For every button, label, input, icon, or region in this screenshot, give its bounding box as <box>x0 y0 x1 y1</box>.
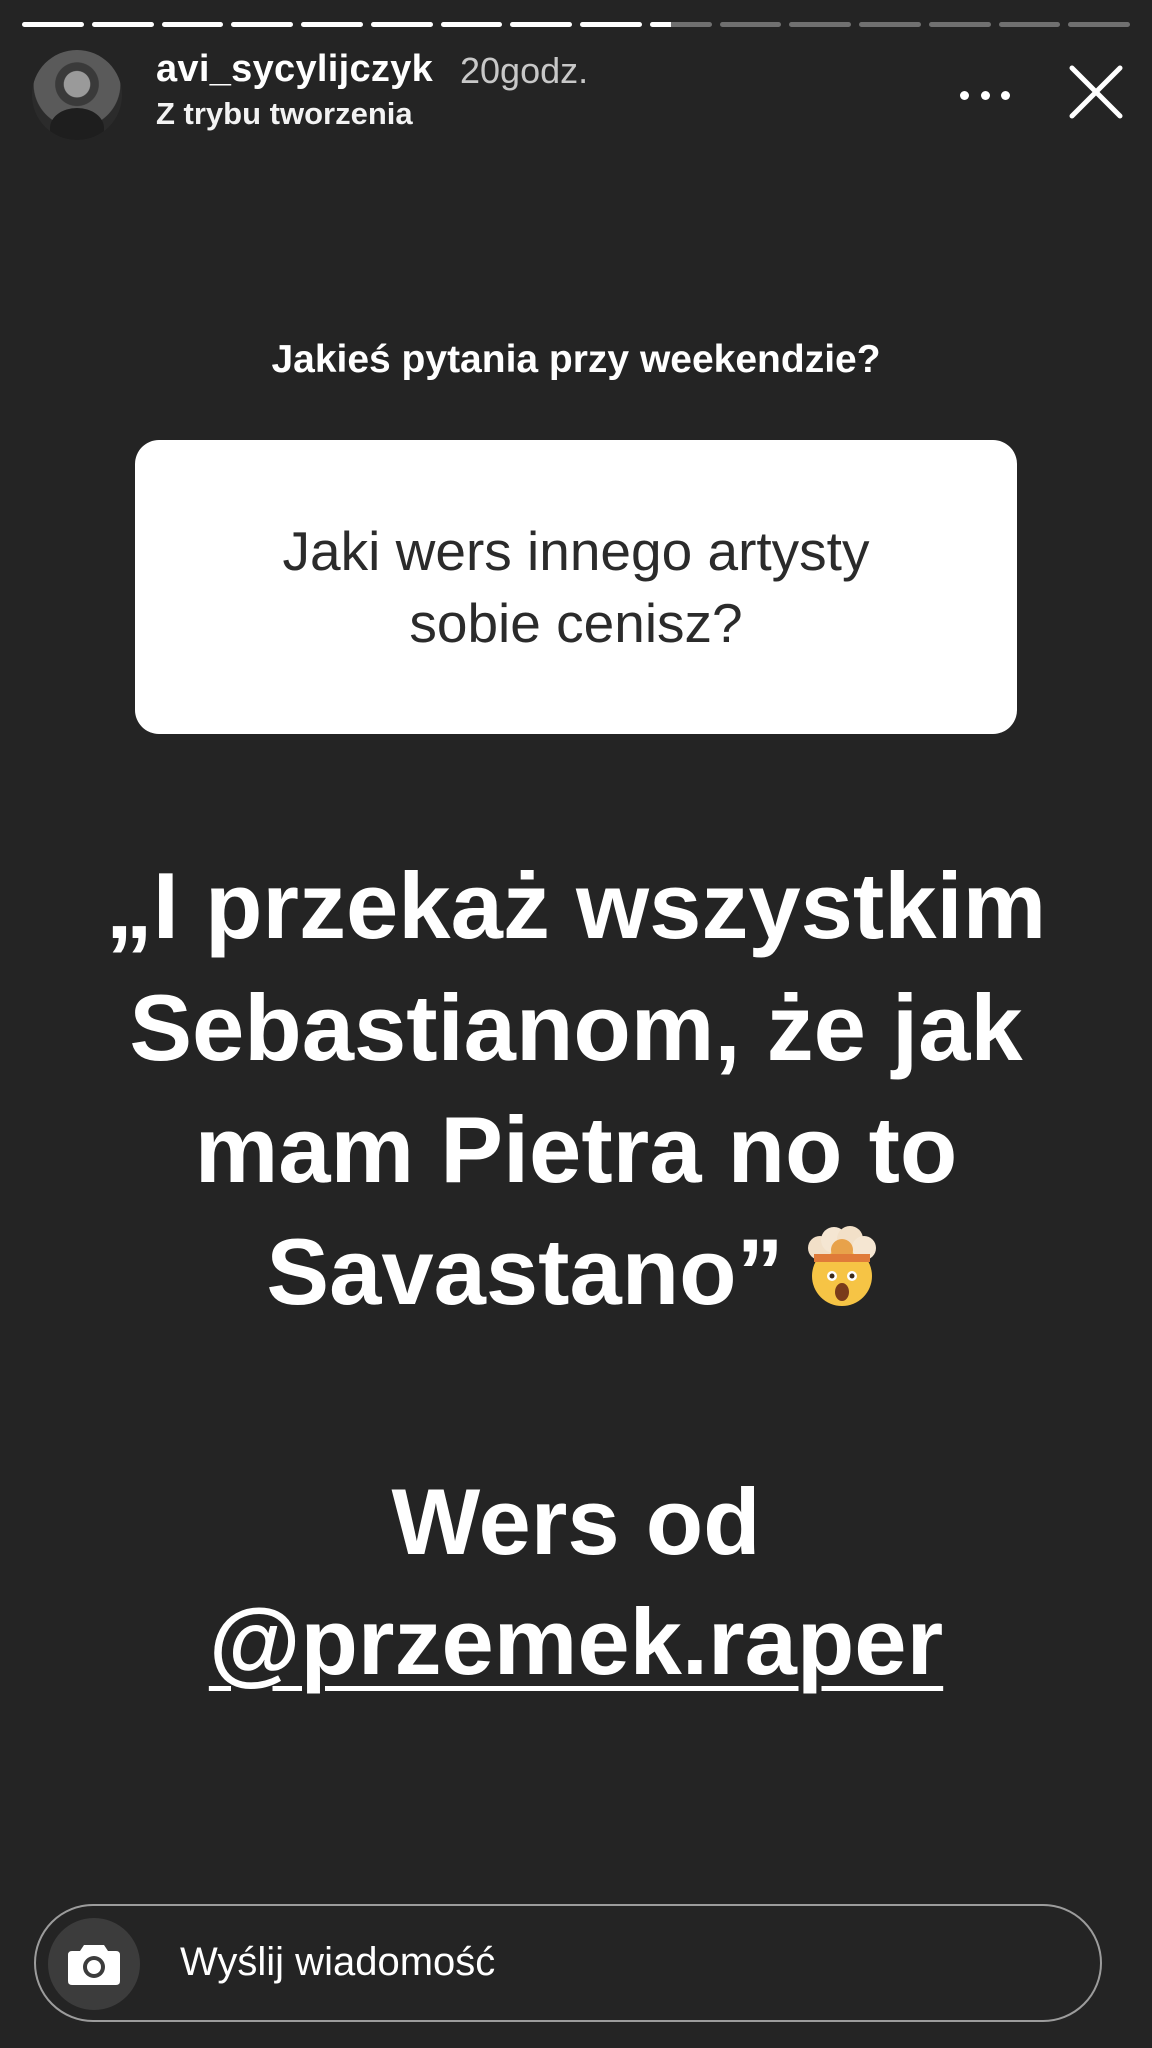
credit-line: Wers od <box>391 1469 761 1574</box>
progress-segment <box>161 22 224 27</box>
question-text: Jaki wers innego artysty sobie cenisz? <box>282 520 870 654</box>
story-source-label: Z trybu tworzenia <box>156 96 413 131</box>
story-viewer[interactable]: avi_sycylijczyk 20godz. Z trybu tworzeni… <box>0 0 1152 2048</box>
question-sticker-prompt: Jakieś pytania przy weekendzie? <box>271 338 881 381</box>
post-time: 20godz. <box>460 50 589 91</box>
progress-segment <box>22 22 84 27</box>
reply-input[interactable]: Wyślij wiadomość <box>34 1904 1102 2022</box>
camera-button[interactable] <box>48 1918 140 2010</box>
progress-segment <box>719 22 782 27</box>
exploding-head-emoji-icon <box>807 1226 876 1306</box>
progress-segment <box>91 22 154 27</box>
progress-segment <box>928 22 991 27</box>
progress-segment <box>370 22 433 27</box>
progress-segment <box>231 22 293 27</box>
progress-segment <box>301 22 363 27</box>
reply-placeholder: Wyślij wiadomość <box>180 1940 496 1984</box>
more-horizontal-icon[interactable] <box>960 78 1010 112</box>
username[interactable]: avi_sycylijczyk <box>156 48 433 91</box>
story-progress-bar <box>22 22 1130 28</box>
progress-segment <box>510 22 572 27</box>
close-icon[interactable] <box>1064 60 1128 124</box>
progress-segment <box>1068 22 1130 27</box>
progress-segment <box>440 22 503 27</box>
user-mention-link[interactable]: @przemek.raper <box>0 1582 1152 1702</box>
progress-segment <box>649 22 712 27</box>
progress-segment <box>998 22 1061 27</box>
credit-block: Wers od @przemek.raper <box>0 1462 1152 1702</box>
progress-segment <box>580 22 642 27</box>
progress-segment <box>789 22 851 27</box>
quote-text-block: „I przekaż wszystkim Sebastianom, że jak… <box>60 845 1092 1333</box>
question-sticker: Jaki wers innego artysty sobie cenisz? <box>135 440 1017 734</box>
profile-avatar[interactable] <box>32 50 122 140</box>
progress-segment <box>859 22 921 27</box>
camera-icon <box>68 1945 120 1985</box>
quote-text: „I przekaż wszystkim Sebastianom, że jak… <box>105 853 1047 1324</box>
